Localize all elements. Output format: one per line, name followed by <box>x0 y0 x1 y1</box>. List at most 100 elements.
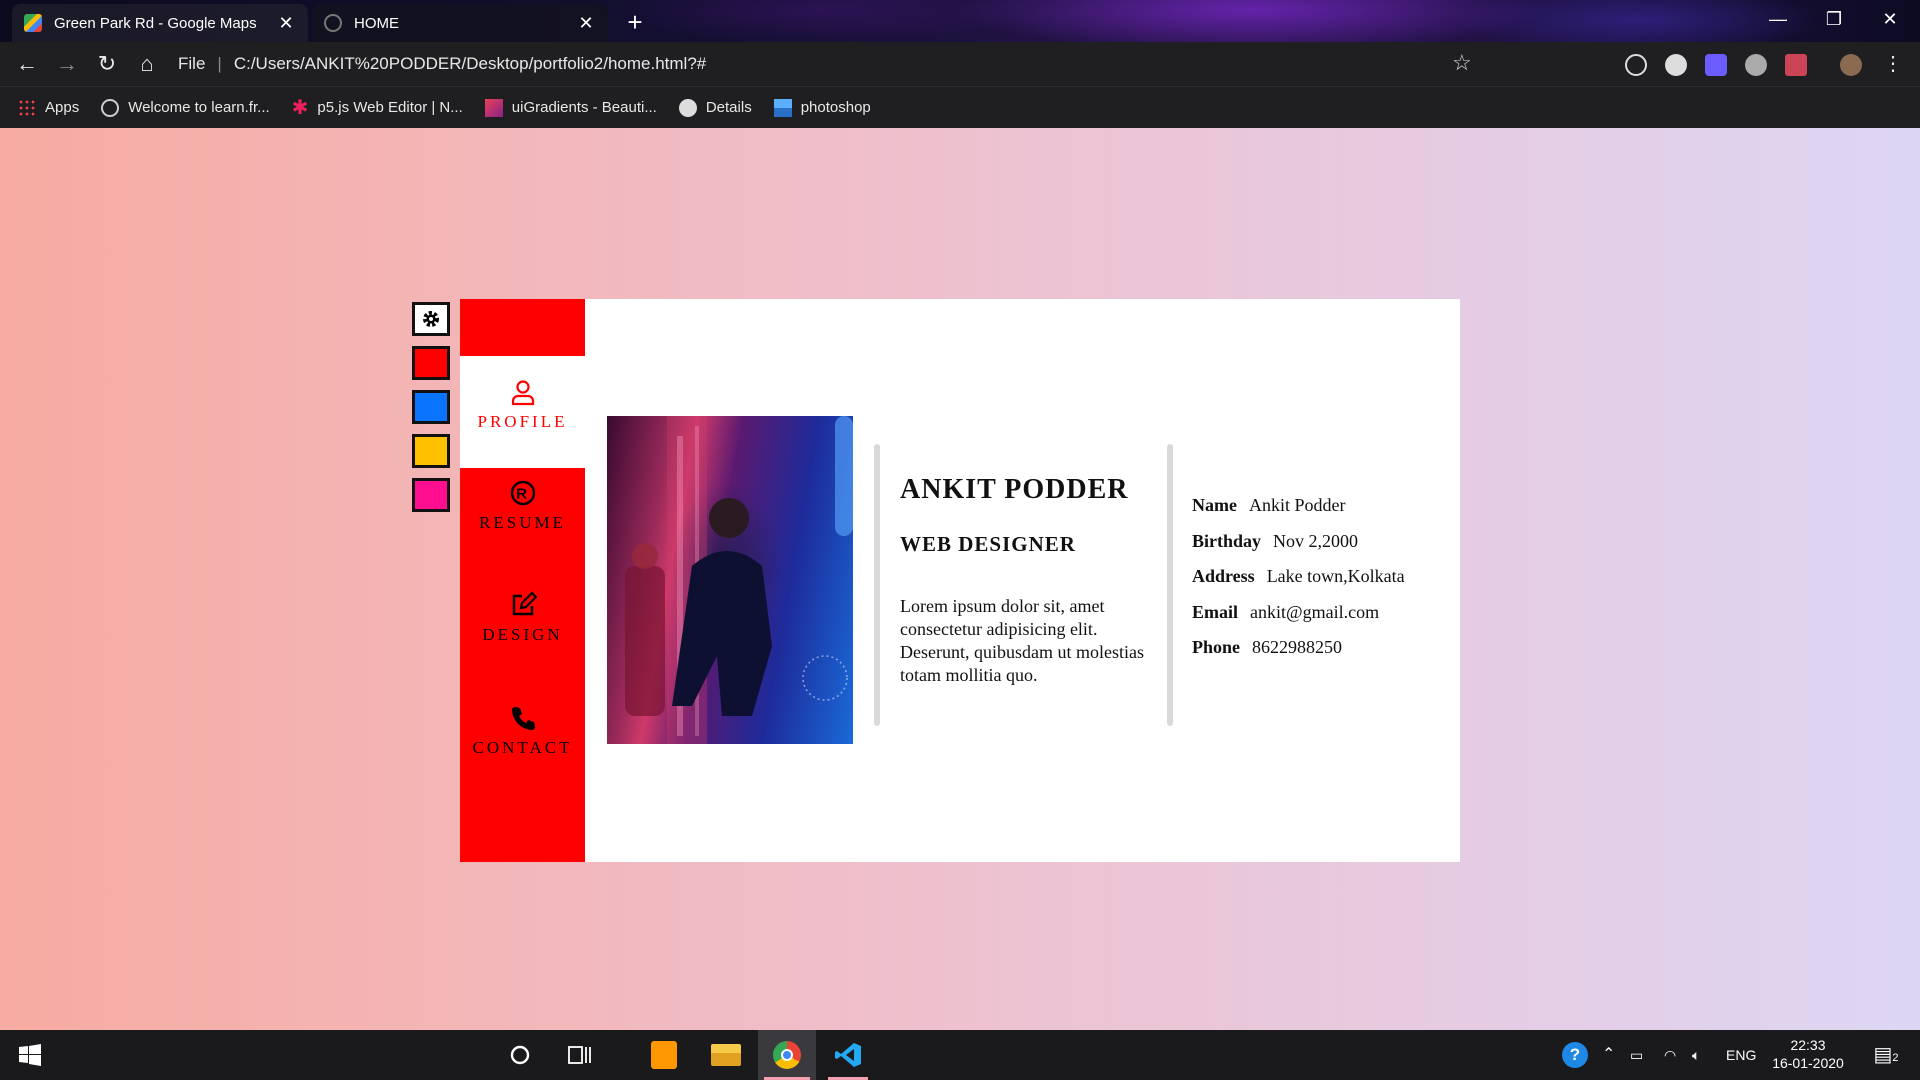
user-icon <box>511 380 534 406</box>
detail-row-name: Name Ankit Podder <box>1192 495 1405 531</box>
detail-row-address: Address Lake town,Kolkata <box>1192 566 1405 602</box>
cortana-button[interactable] <box>495 1030 545 1080</box>
bookmark-star-icon[interactable]: ☆ <box>1452 50 1472 76</box>
start-button[interactable] <box>0 1030 60 1080</box>
details-list: Name Ankit Podder Birthday Nov 2,2000 Addr… <box>1192 495 1405 673</box>
bio-section: ANKIT PODDER WEB DESIGNER Lorem ipsum do… <box>900 474 1150 687</box>
tab-google-maps[interactable]: Green Park Rd - Google Maps ✕ <box>12 4 308 42</box>
profile-name: ANKIT PODDER <box>900 474 1129 505</box>
taskbar-file-explorer[interactable] <box>700 1030 752 1080</box>
theme-blue-button[interactable] <box>412 390 450 424</box>
uigradients-icon <box>484 98 503 117</box>
taskbar-chrome[interactable] <box>758 1030 816 1080</box>
minimize-button[interactable]: — <box>1750 0 1806 40</box>
tab-home[interactable]: HOME ✕ <box>312 4 608 42</box>
bookmark-apps[interactable]: Apps <box>18 98 80 117</box>
extension-m-icon[interactable] <box>1705 54 1727 76</box>
profile-photo-art <box>625 416 853 744</box>
home-button[interactable]: ⌂ <box>132 50 162 78</box>
bookmark-label: Apps <box>45 99 80 116</box>
wifi-icon[interactable]: ◠ <box>1664 1030 1676 1080</box>
address-bar[interactable]: i File | C:/Users/ANKIT%20PODDER/Desktop… <box>178 48 1488 262</box>
sublime-text-icon <box>651 1041 677 1069</box>
restore-button[interactable]: ❐ <box>1806 0 1862 40</box>
p5js-icon: ✱ <box>291 96 309 119</box>
reload-button[interactable]: ↻ <box>92 50 122 78</box>
close-window-button[interactable]: ✕ <box>1862 0 1918 40</box>
forward-button[interactable]: → <box>52 50 82 78</box>
bookmark-uigradients[interactable]: uiGradients - Beauti... <box>484 98 657 117</box>
close-icon[interactable]: ✕ <box>276 13 296 34</box>
svg-text:R: R <box>516 486 530 503</box>
divider <box>1167 444 1173 726</box>
extension-hat-icon[interactable] <box>1745 54 1767 76</box>
file-scheme-label: File <box>178 54 206 73</box>
detail-value: Lake town,Kolkata <box>1266 566 1405 586</box>
windows-start-icon <box>19 1044 41 1066</box>
gear-icon <box>423 311 439 327</box>
divider: | <box>217 54 222 73</box>
bookmark-details[interactable]: Details <box>678 98 752 117</box>
theme-red-button[interactable] <box>412 346 450 380</box>
bookmark-photoshop[interactable]: photoshop <box>773 98 871 117</box>
notification-icon: ▤ <box>1873 1044 1893 1066</box>
detail-value: 8622988250 <box>1252 637 1343 657</box>
detail-row-email: Email ankit@gmail.com <box>1192 602 1405 638</box>
bookmark-freecodecamp[interactable]: Welcome to learn.fr... <box>101 98 270 117</box>
nav-profile[interactable]: PROFILE <box>460 356 585 468</box>
avatar[interactable] <box>1840 54 1862 76</box>
edit-icon <box>512 591 537 616</box>
cortana-icon <box>510 1045 530 1065</box>
menu-icon[interactable]: ⋮ <box>1878 50 1908 78</box>
detail-row-phone: Phone 8622988250 <box>1192 637 1405 673</box>
detail-key: Name <box>1192 495 1237 515</box>
theme-pink-button[interactable] <box>412 478 450 512</box>
detail-key: Birthday <box>1192 530 1262 551</box>
windows-taskbar: ? ⌃ ▭ ◠ 🔈︎ ENG 22:33 16-01-2020 ▤2 <box>0 1030 1920 1080</box>
nav-label: DESIGN <box>482 625 563 644</box>
new-tab-button[interactable]: + <box>620 8 650 38</box>
theme-switcher <box>412 302 450 522</box>
portfolio-sidebar: PROFILE R RESUME DESIGN CONTACT <box>460 299 585 862</box>
extension-colorpicker-icon[interactable] <box>1785 54 1807 76</box>
freecodecamp-icon <box>101 98 120 117</box>
phone-icon <box>511 707 535 730</box>
bookmark-p5js[interactable]: ✱ p5.js Web Editor | N... <box>291 96 463 119</box>
bookmarks-bar: Apps Welcome to learn.fr... ✱ p5.js Web … <box>0 86 1920 128</box>
extension-speed-icon[interactable] <box>1625 54 1647 76</box>
portfolio-card: PROFILE R RESUME DESIGN CONTACT ANKIT PO… <box>460 299 1460 862</box>
chevron-up-icon[interactable]: ⌃ <box>1602 1030 1615 1080</box>
tab-title: HOME <box>354 14 399 32</box>
tab-title: Green Park Rd - Google Maps <box>54 14 257 32</box>
globe-icon <box>678 98 697 117</box>
detail-value: Nov 2,2000 <box>1273 530 1359 551</box>
language-indicator[interactable]: ENG <box>1726 1030 1756 1080</box>
profile-role: WEB DESIGNER <box>900 532 1076 556</box>
nav-design[interactable]: DESIGN <box>460 591 585 645</box>
bookmark-label: uiGradients - Beauti... <box>511 99 657 116</box>
bookmark-label: photoshop <box>800 99 871 116</box>
close-icon[interactable]: ✕ <box>576 13 596 34</box>
extension-info-icon[interactable] <box>1665 54 1687 76</box>
globe-icon <box>324 14 342 32</box>
nav-resume[interactable]: R RESUME <box>460 479 585 533</box>
clock[interactable]: 22:33 16-01-2020 <box>1768 1030 1848 1080</box>
task-view-button[interactable] <box>555 1030 605 1080</box>
apps-grid-icon <box>18 98 36 117</box>
task-view-icon <box>568 1046 591 1064</box>
browser-tab-bar: Green Park Rd - Google Maps ✕ HOME ✕ + —… <box>0 0 1920 42</box>
taskbar-sublime-text[interactable] <box>638 1030 690 1080</box>
notification-center-button[interactable]: ▤2 <box>1866 1030 1906 1080</box>
nav-label: PROFILE <box>477 412 568 431</box>
theme-settings-button[interactable] <box>412 302 450 336</box>
theme-yellow-button[interactable] <box>412 434 450 468</box>
back-button[interactable]: ← <box>12 50 42 78</box>
taskbar-vscode[interactable] <box>822 1030 874 1080</box>
volume-icon[interactable]: 🔈︎ <box>1692 1030 1700 1080</box>
battery-icon[interactable]: ▭ <box>1630 1030 1643 1080</box>
detail-key: Phone <box>1192 637 1241 657</box>
file-explorer-icon <box>711 1044 741 1066</box>
help-icon[interactable]: ? <box>1562 1030 1588 1080</box>
profile-photo <box>607 416 853 744</box>
nav-contact[interactable]: CONTACT <box>460 704 585 758</box>
